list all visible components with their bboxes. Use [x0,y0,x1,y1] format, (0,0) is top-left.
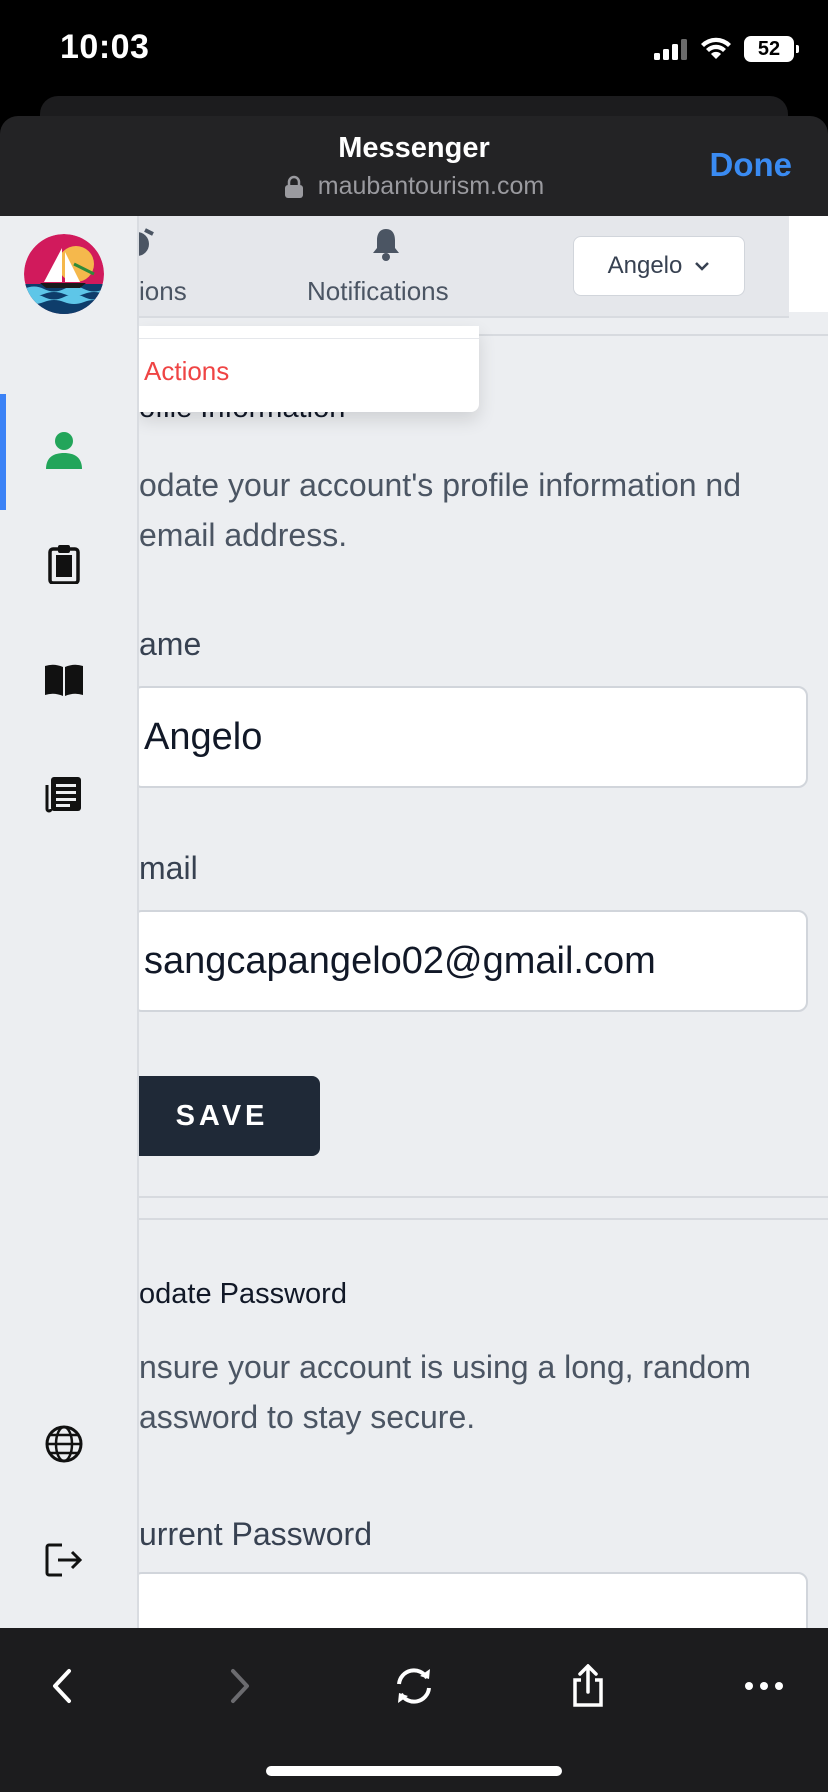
status-bar: 10:03 52 [0,0,828,100]
logout-icon[interactable] [42,1538,86,1582]
sidebar [0,216,139,1628]
profile-description: odate your account's profile information… [139,467,742,553]
refresh-icon[interactable] [384,1656,444,1716]
back-icon[interactable] [32,1656,92,1716]
logo[interactable] [24,234,104,314]
home-indicator [266,1766,562,1776]
wifi-icon [701,37,731,59]
signal-icon [654,39,687,60]
user-menu-dropdown[interactable]: Angelo [573,236,745,296]
actions-menu-item[interactable]: Actions [144,356,229,387]
browser-header: Messenger maubantourism.com Done [0,116,828,216]
nav-item-partial-label[interactable]: ions [139,276,187,307]
forward-icon[interactable] [210,1656,270,1716]
password-description: nsure your account is using a long, rand… [139,1349,751,1435]
email-label: mail [139,850,198,886]
chevron-down-icon [695,262,710,271]
list-document-icon[interactable] [42,772,86,816]
menu-divider [139,338,479,339]
current-password-input[interactable] [132,1572,808,1628]
user-name: Angelo [607,252,683,279]
active-indicator [0,394,6,510]
password-section-title: odate Password [139,1278,347,1310]
battery-icon: 52 [744,36,799,62]
name-input[interactable]: Angelo [132,686,808,788]
status-icons: 52 [654,34,799,64]
url-display: maubantourism.com [0,172,828,201]
status-time: 10:03 [60,28,150,66]
book-icon[interactable] [42,658,86,702]
topnav-edge [789,216,828,312]
clipboard-icon[interactable] [42,542,86,586]
nav-notifications-label[interactable]: Notifications [307,276,449,307]
done-button[interactable]: Done [710,146,793,184]
save-button[interactable]: SAVE [124,1076,320,1156]
divider [139,1218,828,1220]
lock-icon [284,175,303,198]
more-icon[interactable] [734,1656,794,1716]
divider [139,1196,828,1198]
name-label: ame [139,626,202,662]
email-input[interactable]: sangcapangelo02@gmail.com [132,910,808,1012]
share-icon[interactable] [558,1656,618,1716]
page-title: Messenger [338,132,490,164]
top-navigation: ions Notifications Angelo [129,216,789,318]
bell-icon[interactable] [371,226,401,262]
url-text: maubantourism.com [317,172,545,200]
globe-icon[interactable] [42,1422,86,1466]
web-content: ions Notifications Angelo ofile Informat… [0,216,828,1628]
current-password-label: urrent Password [139,1516,372,1552]
person-icon[interactable] [42,428,86,472]
actions-dropdown-menu: Actions [139,326,479,412]
